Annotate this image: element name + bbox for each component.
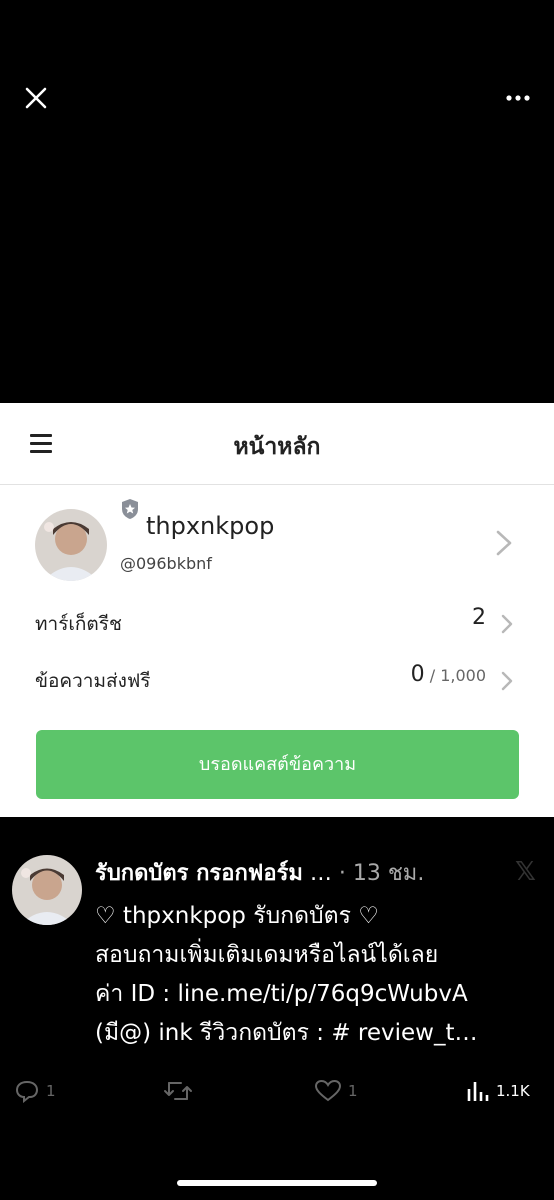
like-count: 1 xyxy=(348,1082,358,1100)
more-options-button[interactable] xyxy=(504,90,534,106)
tweet-line-3: ค่า ID : line.me/ti/p/76q9cWubvA xyxy=(95,975,545,1014)
views-button[interactable]: 1.1K xyxy=(466,1079,530,1103)
page-title: หน้าหลัก xyxy=(233,434,321,460)
tweet-line-4: (มี@) ink รีวิวกดบัตร : # review_t… xyxy=(95,1020,478,1046)
shield-icon xyxy=(122,499,138,519)
screen: หน้าหลัก thpxnkpop @096bkbnf ทาร์เก็ตรีช… xyxy=(0,0,554,1200)
free-messages-row[interactable]: ข้อความส่งฟรี 0 / 1,000 xyxy=(0,652,554,709)
tweet-actions: 1 1 1.1K xyxy=(0,1079,554,1113)
chevron-right-icon xyxy=(496,530,512,556)
tweet-line-3-text: ค่า ID : xyxy=(95,981,178,1007)
tweet: รับกดบัตร กรอกฟอร์ม … · 13 ชม. 𝕏 ♡ thpxn… xyxy=(0,817,554,1200)
free-messages-value: 0 / 1,000 xyxy=(411,662,486,687)
free-messages-quota: / 1,000 xyxy=(424,666,486,685)
chevron-right-icon xyxy=(501,671,513,691)
reply-icon xyxy=(15,1080,39,1103)
home-indicator[interactable] xyxy=(177,1180,377,1186)
card-header: หน้าหลัก xyxy=(0,403,554,485)
retweet-button[interactable] xyxy=(163,1079,193,1103)
close-button[interactable] xyxy=(22,84,50,112)
free-messages-count: 0 xyxy=(410,662,425,687)
profile-handle: @096bkbnf xyxy=(120,554,212,573)
tweet-author-name[interactable]: รับกดบัตร กรอกฟอร์ม xyxy=(95,861,303,886)
heart-icon xyxy=(314,1079,342,1102)
media-viewer-top xyxy=(0,0,554,403)
profile-name: thpxnkpop xyxy=(146,512,275,540)
chevron-right-icon xyxy=(501,614,513,634)
free-messages-label: ข้อความส่งฟรี xyxy=(35,670,151,692)
avatar xyxy=(35,509,107,581)
more-icon xyxy=(506,95,530,101)
reply-count: 1 xyxy=(46,1082,56,1100)
tweet-timestamp[interactable]: · 13 ชม. xyxy=(339,861,424,886)
tweet-line-2: สอบถามเพิ่มเติมเดมหรือไลน์ได้เลย xyxy=(95,942,439,968)
retweet-icon xyxy=(164,1082,192,1100)
target-reach-value: 2 xyxy=(472,605,486,630)
like-button[interactable]: 1 xyxy=(314,1079,358,1103)
views-icon xyxy=(467,1082,489,1101)
avatar[interactable] xyxy=(12,855,82,925)
target-reach-row[interactable]: ทาร์เก็ตรีช 2 xyxy=(0,595,554,652)
line-oa-card: หน้าหลัก thpxnkpop @096bkbnf ทาร์เก็ตรีช… xyxy=(0,403,554,817)
broadcast-button[interactable]: บรอดแคสต์ข้อความ xyxy=(36,730,519,799)
tweet-body: ♡ thpxnkpop รับกดบัตร ♡ สอบถามเพิ่มเติมเ… xyxy=(95,897,545,1053)
x-logo-icon: 𝕏 xyxy=(515,857,536,887)
tweet-header: รับกดบัตร กรอกฟอร์ม … · 13 ชม. xyxy=(95,855,515,890)
views-count: 1.1K xyxy=(496,1082,530,1100)
profile-row[interactable]: thpxnkpop @096bkbnf xyxy=(0,485,554,595)
reply-button[interactable]: 1 xyxy=(14,1079,56,1103)
tweet-name-ellipsis: … xyxy=(302,861,332,886)
tweet-line-1: ♡ thpxnkpop รับกดบัตร ♡ xyxy=(95,903,379,929)
target-reach-label: ทาร์เก็ตรีช xyxy=(35,613,122,635)
close-icon xyxy=(25,87,47,109)
tweet-link[interactable]: line.me/ti/p/76q9cWubvA xyxy=(177,981,467,1007)
